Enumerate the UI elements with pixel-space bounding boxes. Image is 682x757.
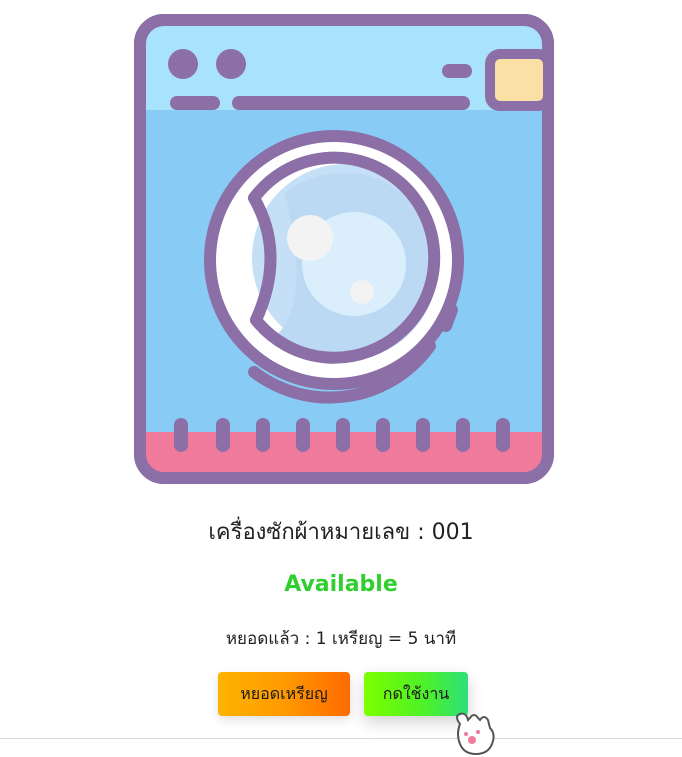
insert-coin-button[interactable]: หยอดเหรียญ: [218, 672, 350, 716]
divider: [0, 738, 682, 739]
washing-machine-page: เครื่องซักผ้าหมายเลข : 001 Available หยอ…: [0, 0, 682, 757]
paw-cursor-icon: [456, 712, 495, 756]
machine-title: เครื่องซักผ้าหมายเลข : 001: [208, 520, 474, 545]
machine-status: Available: [284, 572, 398, 597]
washing-machine-icon: [134, 14, 554, 484]
coin-info-text: หยอดแล้ว : 1 เหรียญ = 5 นาที: [225, 629, 457, 649]
